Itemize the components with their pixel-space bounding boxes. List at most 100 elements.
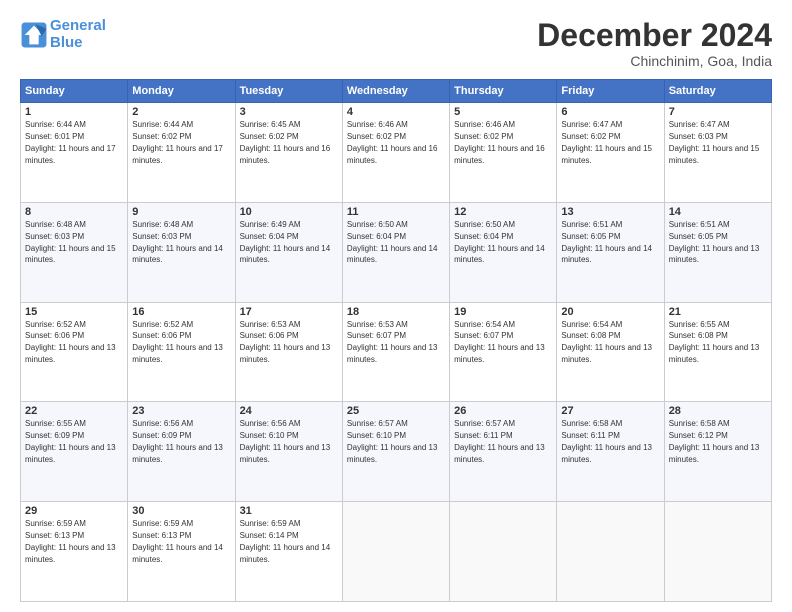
table-row: 4 Sunrise: 6:46 AMSunset: 6:02 PMDayligh… [342, 103, 449, 203]
table-row: 28 Sunrise: 6:58 AMSunset: 6:12 PMDaylig… [664, 402, 771, 502]
table-row: 12 Sunrise: 6:50 AMSunset: 6:04 PMDaylig… [450, 202, 557, 302]
day-info: Sunrise: 6:48 AMSunset: 6:03 PMDaylight:… [25, 220, 116, 264]
day-number: 29 [25, 505, 123, 517]
calendar-week-row: 22 Sunrise: 6:55 AMSunset: 6:09 PMDaylig… [21, 402, 772, 502]
table-row: 9 Sunrise: 6:48 AMSunset: 6:03 PMDayligh… [128, 202, 235, 302]
day-number: 8 [25, 206, 123, 218]
day-info: Sunrise: 6:56 AMSunset: 6:10 PMDaylight:… [240, 419, 331, 463]
table-row: 15 Sunrise: 6:52 AMSunset: 6:06 PMDaylig… [21, 302, 128, 402]
table-row: 8 Sunrise: 6:48 AMSunset: 6:03 PMDayligh… [21, 202, 128, 302]
day-number: 5 [454, 106, 552, 118]
table-row: 20 Sunrise: 6:54 AMSunset: 6:08 PMDaylig… [557, 302, 664, 402]
day-number: 2 [132, 106, 230, 118]
page: General Blue December 2024 Chinchinim, G… [0, 0, 792, 612]
day-number: 17 [240, 306, 338, 318]
day-info: Sunrise: 6:45 AMSunset: 6:02 PMDaylight:… [240, 120, 331, 164]
day-info: Sunrise: 6:57 AMSunset: 6:11 PMDaylight:… [454, 419, 545, 463]
table-row: 24 Sunrise: 6:56 AMSunset: 6:10 PMDaylig… [235, 402, 342, 502]
day-info: Sunrise: 6:59 AMSunset: 6:13 PMDaylight:… [25, 519, 116, 563]
table-row: 19 Sunrise: 6:54 AMSunset: 6:07 PMDaylig… [450, 302, 557, 402]
day-info: Sunrise: 6:59 AMSunset: 6:13 PMDaylight:… [132, 519, 223, 563]
day-number: 13 [561, 206, 659, 218]
day-info: Sunrise: 6:56 AMSunset: 6:09 PMDaylight:… [132, 419, 223, 463]
day-info: Sunrise: 6:50 AMSunset: 6:04 PMDaylight:… [454, 220, 545, 264]
calendar-week-row: 8 Sunrise: 6:48 AMSunset: 6:03 PMDayligh… [21, 202, 772, 302]
day-info: Sunrise: 6:54 AMSunset: 6:07 PMDaylight:… [454, 320, 545, 364]
day-info: Sunrise: 6:54 AMSunset: 6:08 PMDaylight:… [561, 320, 652, 364]
table-row: 27 Sunrise: 6:58 AMSunset: 6:11 PMDaylig… [557, 402, 664, 502]
table-row [450, 502, 557, 602]
day-number: 25 [347, 405, 445, 417]
col-sunday: Sunday [21, 80, 128, 103]
calendar-header-row: Sunday Monday Tuesday Wednesday Thursday… [21, 80, 772, 103]
logo-line1: General [50, 17, 106, 34]
day-number: 24 [240, 405, 338, 417]
day-number: 23 [132, 405, 230, 417]
day-number: 14 [669, 206, 767, 218]
logo: General Blue [20, 18, 106, 51]
day-number: 15 [25, 306, 123, 318]
table-row: 3 Sunrise: 6:45 AMSunset: 6:02 PMDayligh… [235, 103, 342, 203]
day-number: 31 [240, 505, 338, 517]
table-row: 25 Sunrise: 6:57 AMSunset: 6:10 PMDaylig… [342, 402, 449, 502]
logo-icon [20, 21, 48, 49]
logo-text: General Blue [50, 18, 106, 51]
table-row: 7 Sunrise: 6:47 AMSunset: 6:03 PMDayligh… [664, 103, 771, 203]
day-number: 18 [347, 306, 445, 318]
day-number: 16 [132, 306, 230, 318]
day-info: Sunrise: 6:59 AMSunset: 6:14 PMDaylight:… [240, 519, 331, 563]
location: Chinchinim, Goa, India [537, 53, 772, 69]
calendar-table: Sunday Monday Tuesday Wednesday Thursday… [20, 79, 772, 602]
col-tuesday: Tuesday [235, 80, 342, 103]
col-saturday: Saturday [664, 80, 771, 103]
day-info: Sunrise: 6:51 AMSunset: 6:05 PMDaylight:… [669, 220, 760, 264]
day-number: 22 [25, 405, 123, 417]
header: General Blue December 2024 Chinchinim, G… [20, 18, 772, 69]
table-row: 1 Sunrise: 6:44 AMSunset: 6:01 PMDayligh… [21, 103, 128, 203]
day-info: Sunrise: 6:57 AMSunset: 6:10 PMDaylight:… [347, 419, 438, 463]
table-row: 5 Sunrise: 6:46 AMSunset: 6:02 PMDayligh… [450, 103, 557, 203]
table-row: 16 Sunrise: 6:52 AMSunset: 6:06 PMDaylig… [128, 302, 235, 402]
day-info: Sunrise: 6:53 AMSunset: 6:07 PMDaylight:… [347, 320, 438, 364]
day-number: 9 [132, 206, 230, 218]
table-row: 23 Sunrise: 6:56 AMSunset: 6:09 PMDaylig… [128, 402, 235, 502]
day-number: 6 [561, 106, 659, 118]
table-row: 6 Sunrise: 6:47 AMSunset: 6:02 PMDayligh… [557, 103, 664, 203]
day-info: Sunrise: 6:55 AMSunset: 6:08 PMDaylight:… [669, 320, 760, 364]
day-number: 30 [132, 505, 230, 517]
table-row: 26 Sunrise: 6:57 AMSunset: 6:11 PMDaylig… [450, 402, 557, 502]
day-number: 11 [347, 206, 445, 218]
day-number: 21 [669, 306, 767, 318]
col-friday: Friday [557, 80, 664, 103]
day-info: Sunrise: 6:47 AMSunset: 6:02 PMDaylight:… [561, 120, 652, 164]
day-number: 20 [561, 306, 659, 318]
table-row: 22 Sunrise: 6:55 AMSunset: 6:09 PMDaylig… [21, 402, 128, 502]
day-number: 19 [454, 306, 552, 318]
table-row [557, 502, 664, 602]
day-info: Sunrise: 6:49 AMSunset: 6:04 PMDaylight:… [240, 220, 331, 264]
table-row: 29 Sunrise: 6:59 AMSunset: 6:13 PMDaylig… [21, 502, 128, 602]
day-info: Sunrise: 6:58 AMSunset: 6:11 PMDaylight:… [561, 419, 652, 463]
day-info: Sunrise: 6:44 AMSunset: 6:02 PMDaylight:… [132, 120, 223, 164]
table-row: 18 Sunrise: 6:53 AMSunset: 6:07 PMDaylig… [342, 302, 449, 402]
day-info: Sunrise: 6:44 AMSunset: 6:01 PMDaylight:… [25, 120, 116, 164]
day-info: Sunrise: 6:46 AMSunset: 6:02 PMDaylight:… [347, 120, 438, 164]
logo-line2: Blue [50, 34, 83, 51]
table-row: 11 Sunrise: 6:50 AMSunset: 6:04 PMDaylig… [342, 202, 449, 302]
day-info: Sunrise: 6:48 AMSunset: 6:03 PMDaylight:… [132, 220, 223, 264]
day-number: 3 [240, 106, 338, 118]
table-row: 17 Sunrise: 6:53 AMSunset: 6:06 PMDaylig… [235, 302, 342, 402]
calendar-week-row: 15 Sunrise: 6:52 AMSunset: 6:06 PMDaylig… [21, 302, 772, 402]
month-title: December 2024 [537, 18, 772, 53]
day-number: 12 [454, 206, 552, 218]
table-row: 14 Sunrise: 6:51 AMSunset: 6:05 PMDaylig… [664, 202, 771, 302]
day-info: Sunrise: 6:50 AMSunset: 6:04 PMDaylight:… [347, 220, 438, 264]
day-info: Sunrise: 6:52 AMSunset: 6:06 PMDaylight:… [132, 320, 223, 364]
day-info: Sunrise: 6:47 AMSunset: 6:03 PMDaylight:… [669, 120, 760, 164]
day-info: Sunrise: 6:52 AMSunset: 6:06 PMDaylight:… [25, 320, 116, 364]
table-row [342, 502, 449, 602]
day-info: Sunrise: 6:51 AMSunset: 6:05 PMDaylight:… [561, 220, 652, 264]
day-number: 28 [669, 405, 767, 417]
day-number: 4 [347, 106, 445, 118]
day-info: Sunrise: 6:58 AMSunset: 6:12 PMDaylight:… [669, 419, 760, 463]
